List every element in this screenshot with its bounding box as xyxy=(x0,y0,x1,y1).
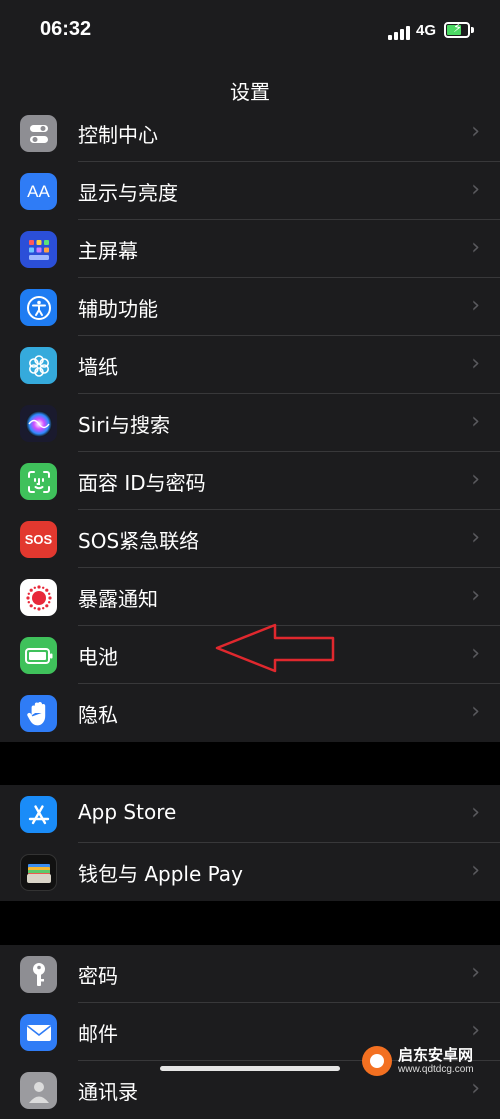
settings-row-display-brightness[interactable]: AA 显示与亮度 › xyxy=(0,162,500,220)
settings-row-label: 控制中心 xyxy=(78,123,158,147)
contacts-icon xyxy=(20,1072,57,1109)
settings-group-apps: 密码 › 邮件 › 通讯录 › xyxy=(0,945,500,1119)
mail-icon xyxy=(20,1014,57,1051)
wallet-icon xyxy=(20,854,57,891)
chevron-right-icon: › xyxy=(471,525,480,550)
home-indicator xyxy=(160,1066,340,1071)
chevron-right-icon: › xyxy=(471,800,480,825)
network-type: 4G xyxy=(416,22,437,39)
key-icon xyxy=(20,956,57,993)
settings-row-label: 隐私 xyxy=(78,703,118,727)
settings-row-wallet-apple-pay[interactable]: 钱包与 Apple Pay › xyxy=(0,843,500,901)
face-id-icon xyxy=(20,463,57,500)
chevron-right-icon: › xyxy=(471,858,480,883)
settings-row-wallpaper[interactable]: 墙纸 › xyxy=(0,336,500,394)
battery-icon xyxy=(20,637,57,674)
settings-row-label: 面容 ID与密码 xyxy=(78,471,206,495)
settings-group-store: App Store › 钱包与 Apple Pay › xyxy=(0,785,500,901)
chevron-right-icon: › xyxy=(471,235,480,260)
settings-row-battery[interactable]: 电池 › xyxy=(0,626,500,684)
page-title: 设置 xyxy=(230,80,270,104)
settings-row-label: 显示与亮度 xyxy=(78,181,178,205)
battery-charging-icon: ⚡ xyxy=(444,21,470,38)
settings-row-label: 暴露通知 xyxy=(78,587,158,611)
settings-group-general: 控制中心 › AA 显示与亮度 › 主屏幕 › 辅助功能 › 墙纸 › Siri… xyxy=(0,104,500,742)
control-center-icon xyxy=(20,115,57,152)
settings-row-exposure-notifications[interactable]: 暴露通知 › xyxy=(0,568,500,626)
accessibility-icon xyxy=(20,289,57,326)
status-bar: 06:32 4G ⚡ xyxy=(0,0,500,62)
watermark-url: www.qdtdcg.com xyxy=(398,1064,474,1075)
wallpaper-icon xyxy=(20,347,57,384)
settings-row-label: 墙纸 xyxy=(78,355,118,379)
settings-row-label: Siri与搜索 xyxy=(78,413,171,437)
settings-row-label: 钱包与 Apple Pay xyxy=(78,862,243,886)
app-store-icon xyxy=(20,796,57,833)
siri-icon xyxy=(20,405,57,442)
chevron-right-icon: › xyxy=(471,583,480,608)
settings-row-label: 邮件 xyxy=(78,1022,118,1046)
exposure-notification-icon xyxy=(20,579,57,616)
watermark: 启东安卓网 www.qdtdcg.com xyxy=(362,1042,498,1082)
chevron-right-icon: › xyxy=(471,960,480,985)
settings-row-emergency-sos[interactable]: SOS SOS紧急联络 › xyxy=(0,510,500,568)
watermark-name: 启东安卓网 xyxy=(398,1046,474,1064)
settings-row-siri-search[interactable]: Siri与搜索 › xyxy=(0,394,500,452)
settings-row-label: 辅助功能 xyxy=(78,297,158,321)
chevron-right-icon: › xyxy=(471,351,480,376)
status-time: 06:32 xyxy=(40,18,92,40)
settings-row-privacy[interactable]: 隐私 › xyxy=(0,684,500,742)
settings-row-accessibility[interactable]: 辅助功能 › xyxy=(0,278,500,336)
settings-row-label: 通讯录 xyxy=(78,1080,138,1104)
settings-row-home-screen[interactable]: 主屏幕 › xyxy=(0,220,500,278)
chevron-right-icon: › xyxy=(471,1018,480,1043)
chevron-right-icon: › xyxy=(471,641,480,666)
settings-row-label: 电池 xyxy=(78,645,118,669)
settings-row-label: SOS紧急联络 xyxy=(78,529,200,553)
chevron-right-icon: › xyxy=(471,119,480,144)
home-screen-icon xyxy=(20,231,57,268)
settings-row-label: 主屏幕 xyxy=(78,239,138,263)
sos-icon: SOS xyxy=(20,521,57,558)
settings-row-control-center[interactable]: 控制中心 › xyxy=(0,104,500,162)
chevron-right-icon: › xyxy=(471,467,480,492)
chevron-right-icon: › xyxy=(471,409,480,434)
chevron-right-icon: › xyxy=(471,177,480,202)
chevron-right-icon: › xyxy=(471,293,480,318)
display-brightness-icon: AA xyxy=(20,173,57,210)
settings-row-app-store[interactable]: App Store › xyxy=(0,785,500,843)
settings-row-passwords[interactable]: 密码 › xyxy=(0,945,500,1003)
settings-row-label: App Store xyxy=(78,800,177,824)
settings-row-label: 密码 xyxy=(78,964,118,988)
cellular-signal-icon xyxy=(388,24,412,40)
chevron-right-icon: › xyxy=(471,699,480,724)
privacy-hand-icon xyxy=(20,695,57,732)
settings-row-face-id-passcode[interactable]: 面容 ID与密码 › xyxy=(0,452,500,510)
watermark-logo-icon xyxy=(362,1046,392,1076)
battery-tip xyxy=(471,27,474,33)
